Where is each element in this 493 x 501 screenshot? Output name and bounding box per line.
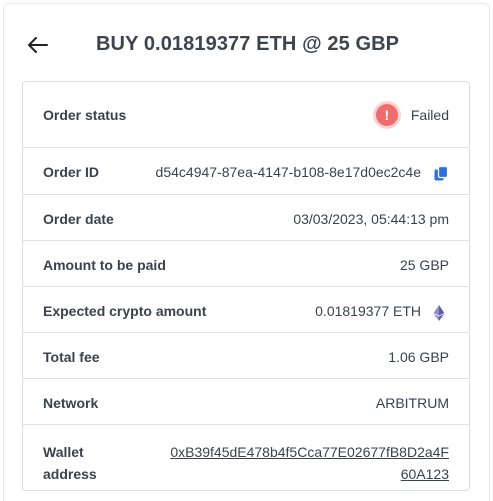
crypto-amount-value: 0.01819377 ETH — [315, 303, 421, 319]
ethereum-icon — [433, 305, 445, 321]
status-badge: ! Failed — [375, 104, 449, 126]
row-order-id: Order ID d54c4947-87ea-4147-b108-8e17d0e… — [23, 148, 469, 195]
row-total-fee: Total fee 1.06 GBP — [23, 333, 469, 379]
order-status-value: Failed — [410, 107, 449, 123]
row-network: Network ARBITRUM — [23, 379, 469, 425]
header: BUY 0.01819377 ETH @ 25 GBP — [0, 0, 493, 90]
order-id-value: d54c4947-87ea-4147-b108-8e17d0ec2c4e — [155, 164, 421, 180]
order-date-label: Order date — [43, 211, 114, 227]
exclamation-icon: ! — [375, 104, 398, 126]
total-fee-value: 1.06 GBP — [388, 349, 449, 365]
total-fee-label: Total fee — [43, 349, 100, 365]
amount-paid-value: 25 GBP — [399, 257, 449, 273]
order-date-value: 03/03/2023, 05:44:13 pm — [293, 211, 449, 227]
row-order-status: Order status ! Failed — [23, 82, 469, 148]
wallet-label-line2: address — [43, 466, 97, 482]
page-title: BUY 0.01819377 ETH @ 25 GBP — [96, 33, 400, 55]
crypto-amount-label: Expected crypto amount — [43, 303, 207, 319]
row-wallet-address: Wallet address 0xB39f45dE478b4f5Cca77E02… — [23, 425, 469, 491]
amount-paid-label: Amount to be paid — [43, 257, 166, 273]
network-label: Network — [43, 395, 99, 411]
arrow-left-icon — [28, 37, 48, 53]
order-details-card: Order status ! Failed Order ID d54c4947-… — [22, 81, 470, 491]
back-button[interactable] — [26, 34, 50, 56]
order-status-label: Order status — [43, 107, 127, 123]
row-amount-paid: Amount to be paid 25 GBP — [23, 241, 469, 287]
wallet-address-link[interactable]: 0xB39f45dE478b4f5Cca77E02677fB8D2a4F60A1… — [169, 441, 449, 485]
row-order-date: Order date 03/03/2023, 05:44:13 pm — [23, 195, 469, 241]
order-id-label: Order ID — [43, 164, 100, 180]
network-value: ARBITRUM — [375, 395, 449, 411]
copy-icon[interactable] — [433, 166, 449, 182]
wallet-address-label: Wallet address — [43, 441, 97, 485]
row-crypto-amount: Expected crypto amount 0.01819377 ETH — [23, 287, 469, 333]
wallet-label-line1: Wallet — [43, 444, 84, 460]
